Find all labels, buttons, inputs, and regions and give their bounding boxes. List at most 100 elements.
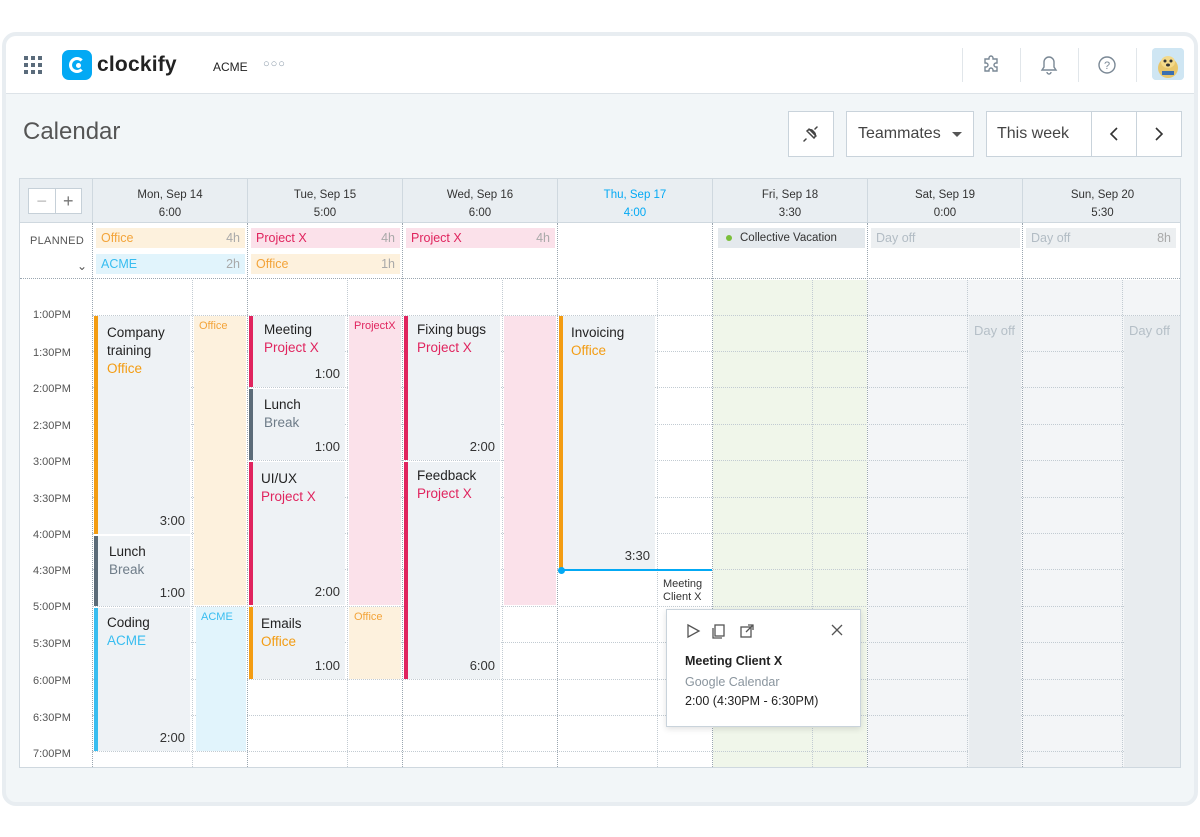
time-label: 2:00PM (33, 383, 71, 395)
planned-bar[interactable]: Collective Vacation (718, 228, 865, 248)
current-time-dot (558, 567, 565, 574)
dayoff-block[interactable]: Day off (969, 316, 1021, 767)
planned-bar-hours: 8h (1157, 231, 1171, 245)
bell-icon[interactable] (1034, 50, 1064, 80)
planned-block[interactable] (504, 316, 556, 605)
sub-column-separator (657, 280, 658, 767)
planned-bar[interactable]: ACME 2h (96, 254, 245, 274)
zoom-in-button[interactable]: + (56, 189, 82, 213)
zoom-control: − + (28, 188, 82, 214)
entry-title: Lunch (109, 544, 146, 559)
day-total: 6:00 (468, 207, 492, 219)
planned-bar[interactable]: Office 1h (251, 254, 400, 274)
brand-name: clockify (97, 53, 177, 76)
more-options-icon[interactable]: ○○○ (263, 58, 286, 70)
planned-bar-name: Office (256, 257, 289, 271)
calendar-sync-button[interactable] (788, 111, 834, 157)
teammates-dropdown[interactable]: Teammates (846, 111, 974, 157)
entry-duration: 1:00 (314, 366, 340, 381)
entry-project: Office (107, 361, 143, 376)
close-icon[interactable] (830, 623, 844, 642)
play-icon[interactable] (685, 623, 701, 644)
time-label: 6:30PM (33, 712, 71, 724)
planned-bar[interactable]: Day off 8h (1026, 228, 1176, 248)
entry-project: Project X (261, 489, 316, 504)
help-icon[interactable]: ? (1092, 50, 1122, 80)
date-range-picker[interactable]: This week (986, 111, 1092, 157)
next-week-button[interactable] (1136, 111, 1182, 157)
date-range-label: This week (997, 125, 1070, 142)
prev-week-button[interactable] (1091, 111, 1137, 157)
event-title-line: Meeting (663, 578, 703, 590)
calendar-sync-icon (803, 126, 818, 142)
time-label: 1:00PM (33, 309, 71, 321)
entry-project: Office (571, 343, 607, 358)
time-entry[interactable]: Company training Office 3:00 (94, 316, 190, 534)
avatar[interactable] (1152, 48, 1184, 80)
day-header-mon[interactable]: Mon, Sep 14 6:00 (92, 179, 247, 223)
chevron-down-icon (952, 132, 962, 137)
puzzle-icon[interactable] (976, 50, 1006, 80)
time-entry[interactable]: Fixing bugs Project X 2:00 (404, 316, 500, 460)
svg-text:?: ? (1104, 60, 1110, 72)
entry-duration: 3:30 (624, 548, 650, 563)
page-title: Calendar (23, 118, 121, 145)
entry-project: Project X (417, 486, 472, 501)
planned-bar-name: Project X (411, 231, 462, 245)
planned-bar-name: Collective Vacation (740, 232, 837, 244)
open-external-icon[interactable] (739, 623, 755, 644)
workspace-name[interactable]: ACME (213, 60, 248, 74)
planned-bar[interactable]: Project X 4h (406, 228, 555, 248)
time-label: 1:30PM (33, 347, 71, 359)
apps-grid-icon[interactable] (24, 56, 42, 74)
time-label: 7:00PM (33, 748, 71, 760)
planned-bar-name: Office (101, 231, 134, 245)
time-entry[interactable]: Emails Office 1:00 (249, 607, 345, 679)
planned-bar-hours: 1h (381, 257, 395, 271)
time-entry[interactable]: Invoicing Office 3:30 (559, 316, 655, 569)
entry-duration: 1:00 (314, 439, 340, 454)
popover-title: Meeting Client X (685, 654, 783, 668)
logo[interactable]: clockify (62, 50, 177, 80)
planned-block[interactable]: Office (349, 607, 401, 679)
app-window: clockify ACME ○○○ ? Calendar Teammates T… (2, 32, 1198, 806)
time-entry[interactable]: Meeting Project X 1:00 (249, 316, 345, 387)
chevron-down-icon[interactable]: ⌄ (77, 259, 87, 273)
entry-duration: 6:00 (469, 658, 495, 673)
time-entry[interactable]: Feedback Project X 6:00 (404, 462, 500, 679)
day-date: Fri, Sep 18 (761, 189, 819, 201)
day-header-sun[interactable]: Sun, Sep 20 5:30 (1022, 179, 1180, 223)
time-entry[interactable]: UI/UX Project X 2:00 (249, 462, 345, 605)
zoom-out-button[interactable]: − (29, 189, 56, 213)
entry-duration: 1:00 (159, 585, 185, 600)
planned-bar-name: Project X (256, 231, 307, 245)
day-header-tue[interactable]: Tue, Sep 15 5:00 (247, 179, 402, 223)
time-label: 4:00PM (33, 529, 71, 541)
status-dot (726, 235, 732, 241)
entry-duration: 3:00 (159, 513, 185, 528)
planned-bar[interactable]: Day off (871, 228, 1020, 248)
clockify-logo-icon (62, 50, 92, 80)
planned-block[interactable]: Office (194, 316, 246, 605)
planned-block[interactable]: ProjectX (349, 316, 401, 605)
time-entry[interactable]: Lunch Break 1:00 (94, 536, 190, 606)
column-separator (247, 223, 248, 767)
planned-bar[interactable]: Office 4h (96, 228, 245, 248)
chevron-left-icon (1109, 127, 1118, 141)
time-entry[interactable]: Coding ACME 2:00 (94, 608, 190, 751)
day-date: Sun, Sep 20 (1070, 189, 1135, 201)
day-header-wed[interactable]: Wed, Sep 16 6:00 (402, 179, 557, 223)
calendar-event[interactable]: Meeting Client X (663, 578, 703, 604)
current-time-line (561, 569, 712, 571)
day-header-sat[interactable]: Sat, Sep 19 0:00 (867, 179, 1022, 223)
entry-duration: 2:00 (159, 730, 185, 745)
planned-bar[interactable]: Project X 4h (251, 228, 400, 248)
dayoff-block[interactable]: Day off (1124, 316, 1180, 767)
planned-block[interactable]: ACME (196, 607, 246, 751)
day-header-fri[interactable]: Fri, Sep 18 3:30 (712, 179, 867, 223)
day-total: 6:00 (158, 207, 182, 219)
day-total: 4:00 (623, 207, 647, 219)
copy-icon[interactable] (711, 623, 727, 644)
day-header-thu[interactable]: Thu, Sep 17 4:00 (557, 179, 712, 223)
time-entry[interactable]: Lunch Break 1:00 (249, 389, 345, 460)
